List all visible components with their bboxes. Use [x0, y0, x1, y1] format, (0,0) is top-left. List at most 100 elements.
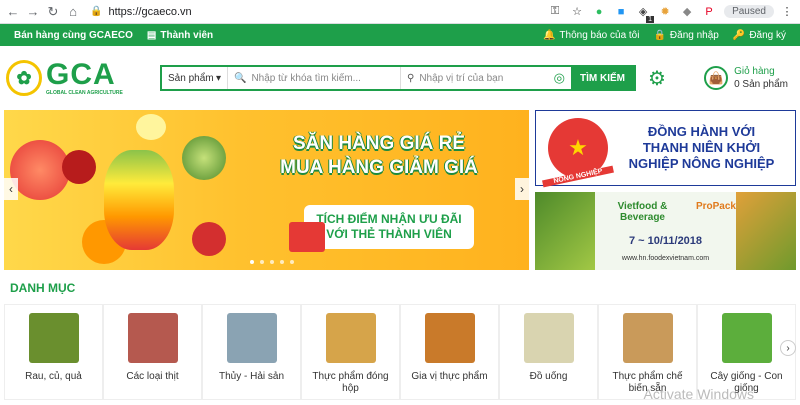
category-image: [721, 313, 772, 363]
site-header: ✿ GCA GLOBAL CLEAN AGRICULTURE Sản phẩm …: [0, 46, 800, 110]
banner-promo-2: VỚI THẺ THÀNH VIÊN: [326, 227, 452, 241]
keyword-input[interactable]: 🔍 Nhập từ khóa tìm kiếm...: [228, 67, 401, 89]
url-text: https://gcaeco.vn: [108, 5, 192, 18]
ext-badge: 1: [646, 15, 655, 23]
category-item[interactable]: Rau, củ, quả: [4, 304, 103, 400]
reload-icon[interactable]: ↻: [44, 3, 62, 21]
banner-headline-1: SĂN HÀNG GIÁ RẺ: [292, 133, 466, 154]
logo-name: GCA: [46, 58, 116, 91]
lock-icon: 🔒: [653, 29, 666, 41]
side-banners: ★ NÔNG NGHIỆP ĐỒNG HÀNH VỚI THANH NIÊN K…: [535, 110, 796, 272]
profile-paused-button[interactable]: Paused: [724, 5, 774, 18]
top-bar: Bán hàng cùng GCAECO ▤ Thành viên 🔔 Thông …: [0, 24, 800, 46]
sell-link[interactable]: Bán hàng cùng GCAECO: [14, 30, 133, 41]
apple-image: [192, 222, 226, 256]
youth-line-3: NGHIỆP NÔNG NGHIỆP: [628, 156, 775, 171]
location-placeholder: Nhập vị trí của bạn: [419, 72, 504, 84]
gps-icon[interactable]: ◎: [554, 70, 565, 86]
youth-union-logo-icon: ★ NÔNG NGHIỆP: [542, 118, 614, 188]
key-icon: 🔑: [732, 29, 746, 41]
category-label: Thủy - Hải sản: [218, 371, 285, 382]
extension-badge-icon[interactable]: ◈ 1: [634, 3, 655, 23]
carousel-prev-button[interactable]: ‹: [4, 178, 18, 200]
fair-date: 7 ~ 10/11/2018: [628, 234, 703, 247]
carousel-dot[interactable]: [290, 260, 294, 264]
badge-label: NÔNG NGHIỆP: [542, 165, 614, 188]
pinterest-icon[interactable]: P: [700, 3, 718, 21]
key-icon[interactable]: ⚿: [546, 3, 564, 21]
category-list: Rau, củ, quả Các loại thịt Thủy - Hải sản T…: [0, 304, 800, 402]
carousel-next-button[interactable]: ›: [515, 178, 529, 200]
banner-headline: SĂN HÀNG GIÁ RẺ MUA HÀNG GIẢM GIÁ: [254, 132, 504, 180]
category-item[interactable]: Đồ uống: [499, 304, 598, 400]
vietfood-logo: Vietfood & Beverage: [617, 200, 668, 223]
carousel-dot[interactable]: [250, 260, 254, 264]
pin-icon: ⚲: [407, 72, 415, 84]
category-value: Sản phẩm: [168, 72, 214, 84]
notify-link[interactable]: 🔔 Thông báo của tôi: [543, 30, 640, 41]
main-banner[interactable]: SĂN HÀNG GIÁ RẺ MUA HÀNG GIẢM GIÁ TÍCH Đ…: [4, 110, 529, 270]
category-label: Gia vị thực phẩm: [411, 371, 488, 382]
gear-extension-icon[interactable]: ✹: [656, 3, 674, 21]
back-icon[interactable]: ←: [4, 3, 22, 21]
banner-promo-1: TÍCH ĐIỂM NHẬN ƯU ĐÃI: [316, 212, 462, 226]
category-image: [226, 313, 277, 363]
category-item[interactable]: Thủy - Hải sản: [202, 304, 301, 400]
forward-icon[interactable]: →: [24, 3, 42, 21]
category-item[interactable]: Các loại thịt: [103, 304, 202, 400]
fair-url: www.hn.foodexvietnam.com: [621, 254, 710, 262]
cart-title: Giỏ hàng: [734, 66, 775, 77]
banner-promo: TÍCH ĐIỂM NHẬN ƯU ĐÃI VỚI THẺ THÀNH VIÊN: [304, 205, 474, 249]
carousel-dots: [250, 260, 294, 264]
location-input[interactable]: ⚲ Nhập vị trí của bạn ◎: [401, 67, 571, 89]
propack-logo: ProPack: [695, 200, 736, 212]
youth-line-1: ĐỒNG HÀNH VỚI: [647, 124, 756, 139]
menu-icon[interactable]: ⋮: [778, 3, 796, 21]
register-link[interactable]: 🔑 Đăng ký: [733, 30, 786, 41]
search-button[interactable]: TÌM KIẾM: [571, 65, 634, 91]
home-icon[interactable]: ⌂: [64, 3, 82, 21]
youth-line-2: THANH NIÊN KHỞI: [642, 140, 761, 155]
login-link[interactable]: 🔒 Đăng nhập: [653, 30, 718, 41]
category-image: [28, 313, 79, 363]
category-label: Đồ uống: [529, 371, 568, 382]
notify-label: Thông báo của tôi: [559, 29, 640, 41]
gear-icon[interactable]: ⚙: [648, 66, 666, 91]
category-select[interactable]: Sản phẩm ▾: [162, 67, 228, 89]
category-item[interactable]: Thực phẩm đóng hộp: [301, 304, 400, 400]
carousel-dot[interactable]: [270, 260, 274, 264]
cart[interactable]: 👜 Giỏ hàng 0 Sản phẩm: [704, 65, 788, 91]
vietfood-banner[interactable]: Vietfood & Beverage ProPack 7 ~ 10/11/20…: [535, 192, 796, 270]
bag-icon: 👜: [704, 66, 729, 90]
category-item[interactable]: Gia vị thực phẩm: [400, 304, 499, 400]
section-title: DANH MỤC: [10, 281, 76, 295]
browser-toolbar: ← → ↻ ⌂ 🔒 https://gcaeco.vn ⚿ ☆ ● ■ ◈ 1 ✹…: [0, 0, 800, 24]
fruit-tower-image: [104, 150, 174, 250]
category-label: Rau, củ, quả: [25, 371, 82, 382]
category-image: [523, 313, 574, 363]
banner-headline-2: MUA HÀNG GIẢM GIÁ: [280, 157, 478, 178]
vegetables-image: [535, 192, 595, 270]
evernote-icon[interactable]: ●: [590, 3, 608, 21]
star-icon[interactable]: ☆: [568, 3, 586, 21]
bell-icon: 🔔: [542, 29, 556, 41]
address-bar[interactable]: 🔒 https://gcaeco.vn: [84, 3, 542, 21]
extension-icon[interactable]: ■: [612, 3, 630, 21]
grapefruit-image: [10, 140, 70, 200]
youth-banner[interactable]: ★ NÔNG NGHIỆP ĐỒNG HÀNH VỚI THANH NIÊN K…: [535, 110, 796, 188]
search-icon: 🔍: [234, 72, 247, 84]
category-label: Các loại thịt: [126, 371, 179, 382]
pomegranate-image: [62, 150, 96, 184]
banana-image: [136, 114, 166, 140]
carousel-dot[interactable]: [280, 260, 284, 264]
category-label: Thực phẩm đóng hộp: [312, 371, 389, 394]
category-next-button[interactable]: ›: [780, 340, 796, 356]
shield-extension-icon[interactable]: ◆: [678, 3, 696, 21]
carousel-dot[interactable]: [260, 260, 264, 264]
windows-watermark: Activate Windows: [643, 386, 754, 402]
site-logo[interactable]: ✿ GCA GLOBAL CLEAN AGRICULTURE: [6, 56, 146, 100]
category-image: [325, 313, 376, 363]
category-image: [424, 313, 475, 363]
member-label: Thành viên: [160, 29, 214, 41]
member-link[interactable]: ▤ Thành viên: [147, 30, 213, 41]
